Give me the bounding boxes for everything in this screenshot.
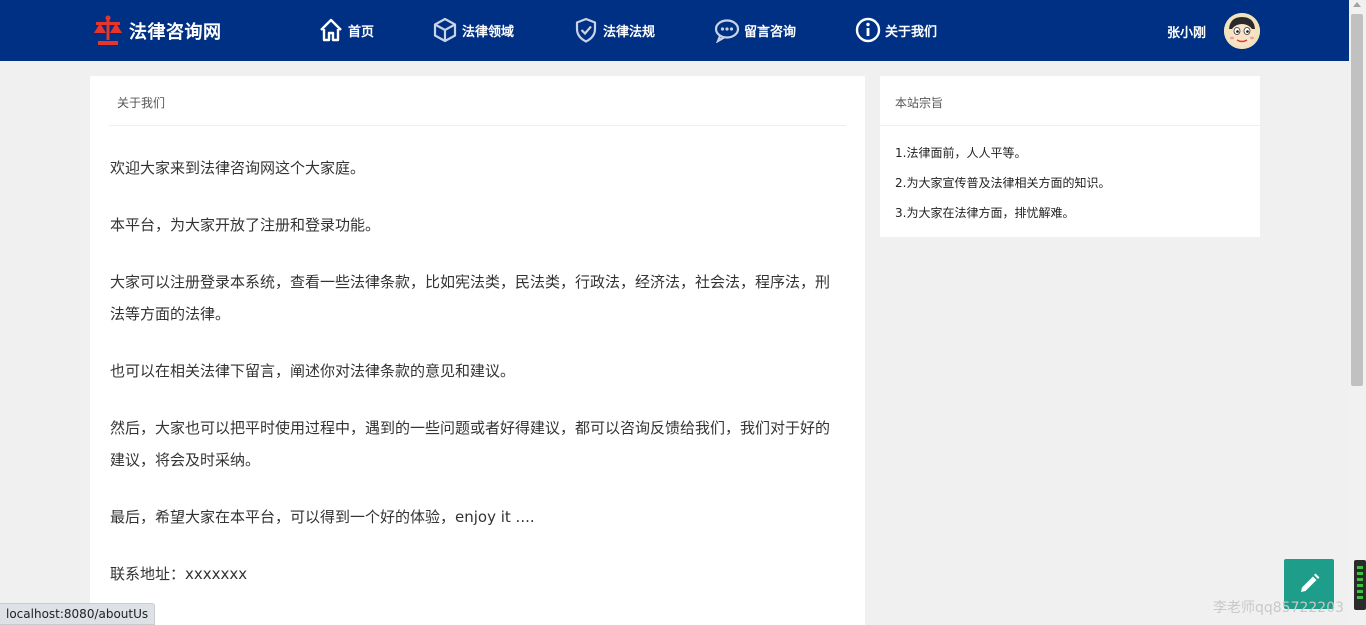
chat-bubble-icon (714, 19, 740, 43)
about-us-card: 关于我们 欢迎大家来到法律咨询网这个大家庭。 本平台，为大家开放了注册和登录功能… (90, 76, 865, 625)
home-icon (320, 18, 342, 42)
site-purpose-title: 本站宗旨 (880, 76, 1260, 126)
nav-home[interactable]: 首页 (318, 14, 374, 46)
site-logo[interactable]: 法律咨询网 (90, 13, 222, 49)
page-scrollbar[interactable] (1349, 0, 1366, 625)
scrollbar-thumb[interactable] (1351, 14, 1363, 386)
user-name[interactable]: 张小刚 (1167, 22, 1206, 41)
scales-icon (94, 15, 122, 45)
nav-law-fields-label: 法律领域 (462, 24, 515, 40)
resource-meter (1354, 560, 1366, 610)
nav-about-us[interactable]: 关于我们 (855, 14, 937, 46)
purpose-item-1: 1.法律面前，人人平等。 (895, 146, 1027, 160)
about-paragraph-4: 也可以在相关法律下留言，阐述你对法律条款的意见和建议。 (110, 362, 516, 380)
about-paragraph-1: 欢迎大家来到法律咨询网这个大家庭。 (110, 159, 366, 177)
nav-message-consult-label: 留言咨询 (744, 24, 797, 40)
cube-icon (433, 17, 457, 43)
about-paragraph-5: 然后，大家也可以把平时使用过程中，遇到的一些问题或者好得建议，都可以咨询反馈给我… (110, 419, 831, 469)
about-us-title: 关于我们 (109, 76, 846, 126)
scroll-up-arrow-icon[interactable] (1353, 2, 1361, 7)
site-purpose-card: 本站宗旨 1.法律面前，人人平等。 2.为大家宣传普及法律相关方面的知识。 3.… (880, 76, 1260, 237)
about-paragraph-2: 本平台，为大家开放了注册和登录功能。 (110, 216, 381, 234)
shield-check-icon (575, 17, 597, 43)
avatar[interactable] (1224, 13, 1260, 49)
site-name: 法律咨询网 (129, 22, 222, 43)
top-nav-bar: 法律咨询网 首页 法律领域 法律法规 留言咨询 关于我们 张小刚 (0, 0, 1349, 61)
nav-laws-regulations-label: 法律法规 (603, 24, 656, 40)
about-paragraph-6: 最后，希望大家在本平台，可以得到一个好的体验，enjoy it .... (110, 508, 535, 526)
watermark: 李老师qq85722203 (1213, 600, 1345, 616)
purpose-item-2: 2.为大家宣传普及法律相关方面的知识。 (895, 176, 1111, 190)
pencil-icon (1301, 573, 1320, 592)
nav-message-consult[interactable]: 留言咨询 (714, 14, 796, 46)
info-icon (855, 17, 881, 43)
nav-home-label: 首页 (348, 24, 375, 40)
nav-law-fields[interactable]: 法律领域 (432, 14, 514, 46)
purpose-item-3: 3.为大家在法律方面，排忧解难。 (895, 206, 1075, 220)
contact-address: 联系地址：xxxxxxx (110, 565, 248, 583)
nav-laws-regulations[interactable]: 法律法规 (573, 14, 655, 46)
nav-about-us-label: 关于我们 (885, 24, 938, 40)
cartoon-avatar-icon (1224, 13, 1260, 49)
about-paragraph-3: 大家可以注册登录本系统，查看一些法律条款，比如宪法类，民法类，行政法，经济法，社… (110, 273, 831, 323)
status-bar-url: localhost:8080/aboutUs (0, 603, 156, 625)
